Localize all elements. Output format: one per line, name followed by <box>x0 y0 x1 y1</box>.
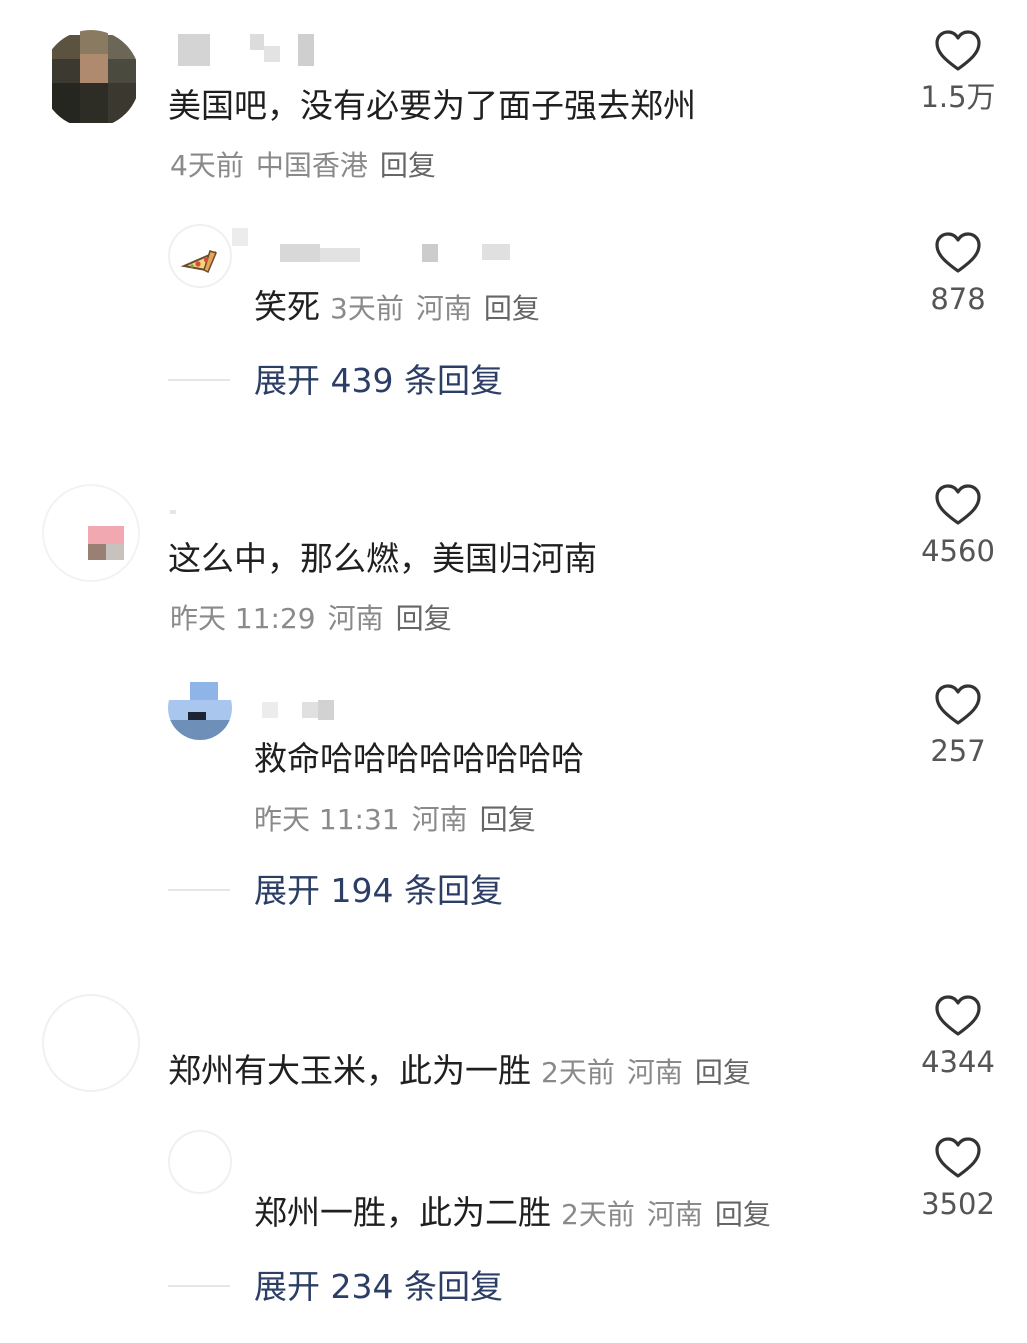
comment-text: 郑州有大玉米，此为一胜 <box>168 1051 531 1090</box>
like-button[interactable]: 1.5万 <box>903 28 1013 112</box>
like-count: 4560 <box>921 534 995 568</box>
avatar[interactable] <box>42 484 140 582</box>
reply-text: 笑死 <box>254 287 320 326</box>
reply-text: 郑州一胜，此为二胜 <box>254 1193 551 1232</box>
like-count: 878 <box>930 282 986 316</box>
username-blurred[interactable] <box>262 700 342 724</box>
reply-time: 2天前 <box>561 1198 635 1231</box>
comment-meta: 昨天 11:29 河南 回复 <box>170 605 464 633</box>
reply-button[interactable]: 回复 <box>380 149 436 182</box>
like-count: 1.5万 <box>920 80 996 114</box>
reply-button[interactable]: 回复 <box>695 1056 751 1089</box>
comment-text-row: 郑州有大玉米，此为一胜 2天前 河南 回复 <box>168 1054 763 1087</box>
heart-outline-icon <box>935 1137 981 1178</box>
expand-replies-button[interactable]: 展开 194 条回复 <box>254 874 503 907</box>
reply-meta: 2天前 河南 回复 <box>561 1198 783 1231</box>
reply-time: 3天前 <box>330 292 404 325</box>
avatar[interactable] <box>168 224 232 288</box>
comment-meta: 4天前 中国香港 回复 <box>170 152 448 180</box>
comment-location: 河南 <box>626 1056 683 1089</box>
avatar[interactable] <box>42 994 140 1092</box>
like-button[interactable]: 3502 <box>903 1135 1013 1219</box>
comment-text: 美国吧，没有必要为了面子强去郑州 <box>168 86 696 125</box>
expand-replies-button[interactable]: 展开 234 条回复 <box>254 1270 503 1303</box>
reply-text-row: 笑死 3天前 河南 回复 <box>254 290 552 323</box>
comment-meta: 2天前 河南 回复 <box>541 1056 763 1089</box>
reply-button[interactable]: 回复 <box>715 1198 771 1231</box>
avatar[interactable] <box>168 676 232 740</box>
heart-outline-icon <box>935 484 981 525</box>
reply-text: 救命哈哈哈哈哈哈哈哈 <box>254 739 584 778</box>
heart-outline-icon <box>935 232 981 273</box>
reply-button[interactable]: 回复 <box>480 803 536 836</box>
like-button[interactable]: 4344 <box>903 993 1013 1077</box>
comment-time: 4天前 <box>170 149 244 182</box>
reply-location: 河南 <box>415 292 472 325</box>
comment-time: 2天前 <box>541 1056 615 1089</box>
like-count: 257 <box>930 734 986 768</box>
expand-replies-button[interactable]: 展开 439 条回复 <box>254 364 503 397</box>
like-count: 4344 <box>921 1045 995 1079</box>
heart-outline-icon <box>935 995 981 1036</box>
like-button[interactable]: 257 <box>903 682 1013 766</box>
divider <box>168 1285 230 1287</box>
like-count: 3502 <box>921 1187 995 1221</box>
avatar[interactable] <box>168 1130 232 1194</box>
divider <box>168 889 230 891</box>
divider <box>168 379 230 381</box>
username-blurred[interactable] <box>232 228 522 268</box>
comment-location: 河南 <box>327 602 384 635</box>
comment-text: 这么中，那么燃，美国归河南 <box>168 539 597 578</box>
username-blurred[interactable] <box>178 34 318 68</box>
comment-location: 中国香港 <box>255 149 368 182</box>
comment-time: 昨天 11:29 <box>170 602 316 635</box>
avatar[interactable] <box>42 30 140 128</box>
reply-location: 河南 <box>646 1198 703 1231</box>
reply-text-row: 郑州一胜，此为二胜 2天前 河南 回复 <box>254 1196 783 1229</box>
like-button[interactable]: 4560 <box>903 482 1013 566</box>
like-button[interactable]: 878 <box>903 230 1013 314</box>
pizza-icon <box>180 250 218 274</box>
reply-meta: 昨天 11:31 河南 回复 <box>254 806 548 834</box>
reply-button[interactable]: 回复 <box>396 602 452 635</box>
reply-time: 昨天 11:31 <box>254 803 400 836</box>
reply-meta: 3天前 河南 回复 <box>330 292 552 325</box>
reply-button[interactable]: 回复 <box>484 292 540 325</box>
heart-outline-icon <box>935 30 981 71</box>
reply-location: 河南 <box>411 803 468 836</box>
username-blurred[interactable] <box>170 510 180 516</box>
heart-outline-icon <box>935 684 981 725</box>
